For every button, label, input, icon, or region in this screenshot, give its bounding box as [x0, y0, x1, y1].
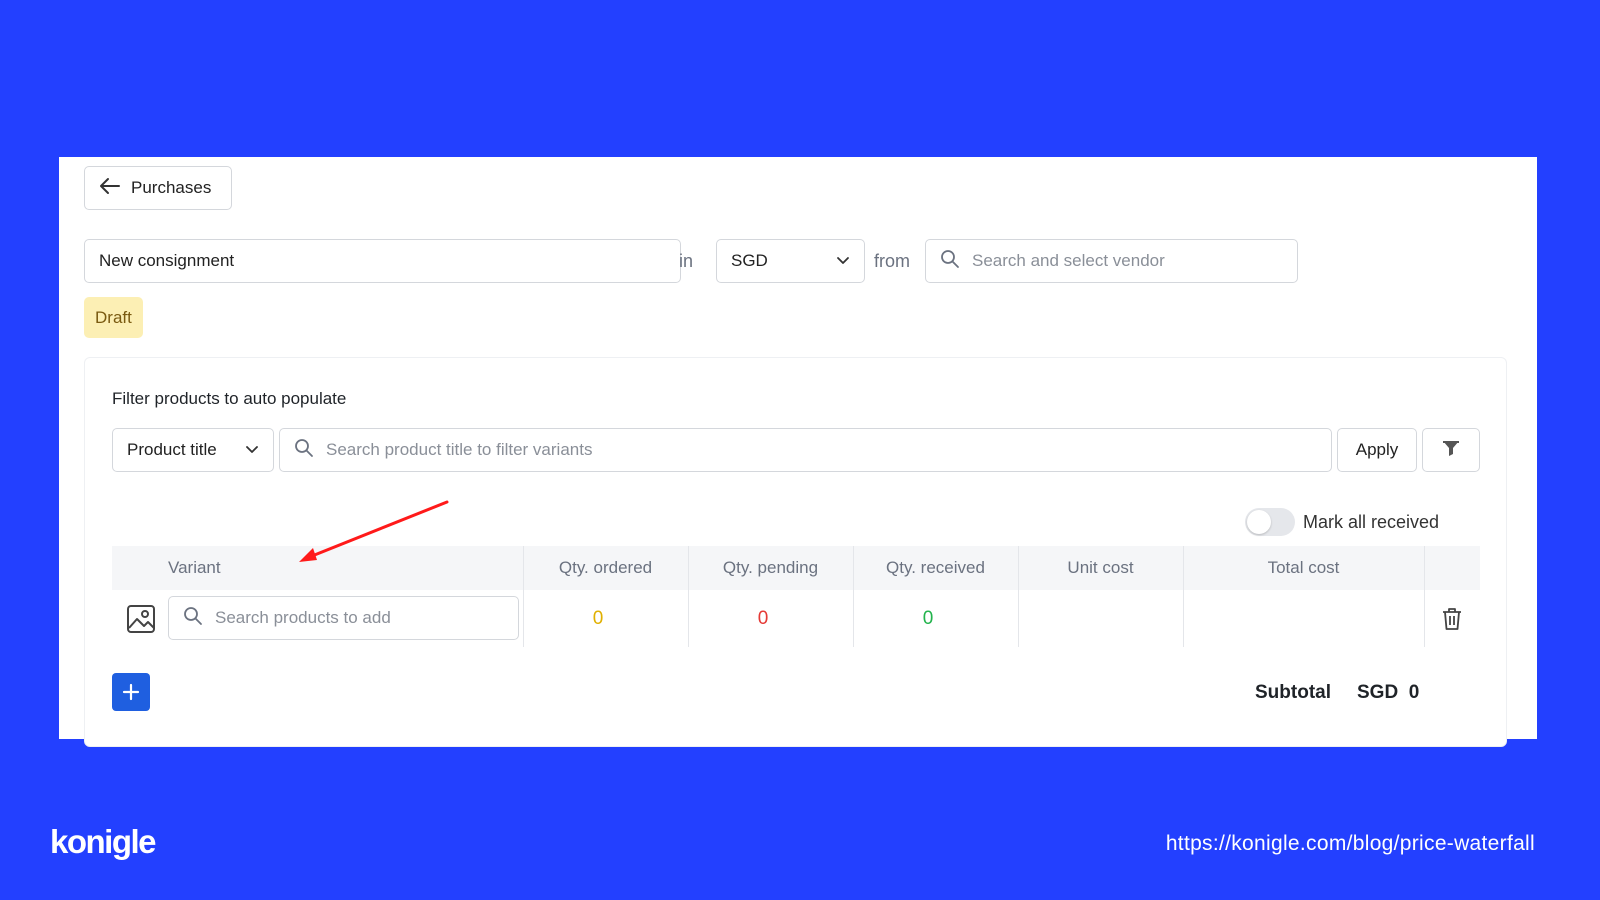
apply-button[interactable]: Apply — [1337, 428, 1417, 472]
chevron-down-icon — [245, 440, 259, 460]
qty-ordered-value: 0 — [592, 607, 604, 629]
from-label: from — [874, 251, 910, 271]
search-icon — [940, 249, 960, 274]
annotation-arrow — [299, 500, 449, 562]
column-header-qty-ordered: Qty. ordered — [558, 558, 653, 577]
mark-all-received-label: Mark all received — [1303, 511, 1440, 532]
purchase-panel: Purchases New consignment in SGD from Se… — [59, 157, 1537, 747]
mark-all-received-control: Mark all received — [1245, 508, 1439, 536]
vendor-placeholder: Search and select vendor — [972, 251, 1165, 270]
in-label: in — [679, 251, 694, 271]
image-icon — [124, 590, 158, 647]
funnel-icon — [1442, 439, 1460, 462]
vendor-search-input[interactable]: Search and select vendor — [925, 239, 1298, 283]
filter-search-input[interactable]: Search product title to filter variants — [279, 428, 1332, 472]
column-header-variant: Variant — [168, 558, 221, 577]
qty-received-value: 0 — [922, 607, 934, 629]
back-label: Purchases — [131, 178, 212, 197]
mark-all-received-toggle[interactable] — [1245, 508, 1295, 536]
filter-search-placeholder: Search product title to filter variants — [326, 440, 593, 459]
column-header-total-cost: Total cost — [1267, 558, 1340, 577]
toggle-knob — [1247, 510, 1271, 534]
add-row-button[interactable] — [112, 673, 150, 711]
column-header-qty-pending: Qty. pending — [722, 558, 819, 577]
status-label: Draft — [95, 307, 132, 327]
back-to-purchases-button[interactable]: Purchases — [84, 166, 232, 210]
funnel-button[interactable] — [1422, 428, 1480, 472]
filter-type-value: Product title — [127, 440, 217, 459]
filter-title: Filter products to auto populate — [112, 389, 347, 408]
product-search-input[interactable]: Search products to add — [168, 596, 519, 640]
filter-type-select[interactable]: Product title — [112, 428, 274, 472]
qty-pending-value: 0 — [757, 607, 769, 629]
currency-select[interactable]: SGD — [716, 239, 865, 283]
subtotal-label: Subtotal — [1255, 682, 1331, 703]
apply-label: Apply — [1355, 440, 1399, 459]
search-icon — [294, 438, 314, 463]
trash-icon[interactable] — [1424, 590, 1480, 647]
currency-value: SGD — [731, 251, 768, 270]
consignment-name-input[interactable]: New consignment — [84, 239, 681, 283]
source-url: https://konigle.com/blog/price-waterfall — [1165, 832, 1535, 855]
plus-icon — [122, 678, 140, 706]
search-icon — [183, 606, 203, 631]
subtotal-value: SGD 0 — [1357, 682, 1420, 703]
column-header-qty-received: Qty. received — [886, 558, 985, 577]
arrow-left-icon — [99, 177, 121, 200]
column-header-unit-cost: Unit cost — [1067, 558, 1134, 577]
status-badge: Draft — [84, 297, 143, 338]
product-search-placeholder: Search products to add — [215, 608, 391, 627]
chevron-down-icon — [836, 251, 850, 271]
consignment-name-value: New consignment — [99, 251, 235, 270]
konigle-logo: konigle — [50, 823, 157, 860]
